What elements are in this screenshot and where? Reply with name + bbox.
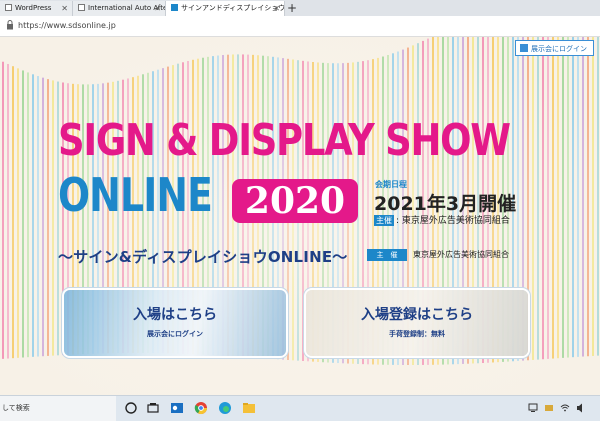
tab-sds-show[interactable]: サインアンドディスプレイショウ2020 ✕: [166, 1, 285, 16]
exhibition-login-button[interactable]: 展示会にログイン: [515, 40, 594, 56]
new-tab-button[interactable]: +: [287, 0, 297, 16]
cortana-icon[interactable]: [124, 401, 138, 415]
login-icon: [520, 44, 528, 52]
lock-icon: [7, 20, 13, 30]
subtitle: ～サイン&ディスプレイショウONLINE～: [58, 248, 348, 266]
entry-card-title: 入場はこちら: [133, 307, 217, 323]
organizer-line-2: 主 催東京屋外広告美術協同組合: [367, 249, 509, 261]
tab-label: サインアンドディスプレイショウ2020: [181, 4, 285, 12]
close-icon[interactable]: ✕: [154, 1, 161, 16]
organizer-name: : 東京屋外広告美術協同組合: [396, 216, 510, 226]
event-date: 2021年3月開催: [374, 193, 517, 215]
taskbar-search-text: して検索: [2, 404, 30, 412]
close-icon[interactable]: ✕: [273, 1, 280, 16]
tab-bar: WordPress ✕ International Auto Aftermark…: [0, 0, 600, 16]
wordpress-favicon-icon: [5, 4, 12, 11]
organizer-line: 主催: 東京屋外広告美術協同組合: [374, 213, 510, 226]
tab-auto-aftermarket[interactable]: International Auto Aftermarket E ✕: [73, 1, 166, 16]
entry-card[interactable]: 入場はこちら 展示会にログイン: [64, 290, 286, 356]
network-icon[interactable]: [528, 402, 538, 414]
tab-label: WordPress: [15, 4, 52, 12]
show-title-online: ONLINE: [58, 168, 213, 222]
folder-icon[interactable]: [544, 402, 554, 414]
chrome-icon[interactable]: [194, 401, 208, 415]
organizer-tag: 主催: [374, 215, 394, 226]
year-badge: 2020: [232, 179, 358, 223]
volume-icon[interactable]: [576, 402, 586, 414]
taskbar: して検索: [0, 395, 600, 421]
file-explorer-icon[interactable]: [242, 401, 256, 415]
registration-card-subtitle: 手荷登録制：無料: [389, 330, 445, 338]
organizer-name-2: 東京屋外広告美術協同組合: [413, 250, 509, 259]
tab-wordpress[interactable]: WordPress ✕: [0, 1, 73, 16]
address-bar[interactable]: https://www.sdsonline.jp: [0, 16, 600, 37]
page-favicon-icon: [78, 4, 85, 11]
task-view-icon[interactable]: [146, 401, 160, 415]
wifi-icon[interactable]: [560, 402, 570, 414]
outlook-icon[interactable]: [170, 401, 184, 415]
login-button-label: 展示会にログイン: [531, 45, 587, 53]
entry-card-subtitle: 展示会にログイン: [147, 330, 203, 338]
edge-icon[interactable]: [218, 401, 232, 415]
registration-card[interactable]: 入場登録はこちら 手荷登録制：無料: [306, 290, 528, 356]
close-icon[interactable]: ✕: [61, 1, 68, 16]
page-content: 展示会にログイン SIGN & DISPLAY SHOW ONLINE 2020…: [0, 37, 600, 395]
url-text[interactable]: https://www.sdsonline.jp: [18, 16, 116, 36]
sds-favicon-icon: [171, 4, 178, 11]
taskbar-search[interactable]: して検索: [0, 396, 116, 421]
registration-card-title: 入場登録はこちら: [361, 307, 473, 323]
show-title: SIGN & DISPLAY SHOW: [58, 115, 511, 166]
organizer-tag-2: 主 催: [367, 249, 407, 261]
